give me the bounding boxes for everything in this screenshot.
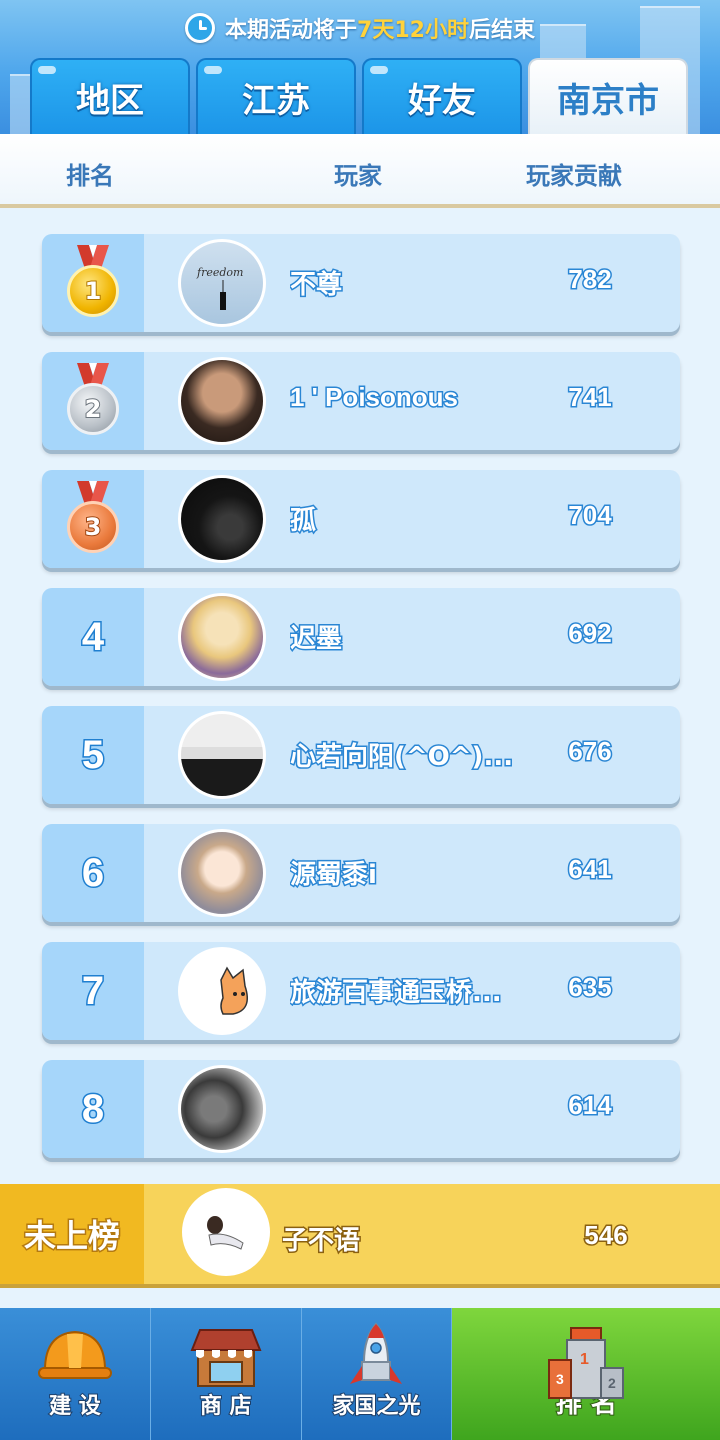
my-player-name: 子不语: [282, 1225, 362, 1258]
player-score: 676: [567, 735, 613, 768]
player-name: 源蜀黍i: [290, 859, 378, 892]
column-header: 排名 玩家 玩家贡献: [0, 134, 720, 208]
rocket-icon: [350, 1322, 403, 1384]
nav-build-label: 建 设: [48, 1393, 102, 1420]
tab-friends[interactable]: 好友: [362, 58, 522, 134]
nav-shop-label: 商 店: [199, 1393, 253, 1420]
countdown-time: 7天12小时: [357, 18, 469, 43]
shop-icon: [190, 1329, 262, 1387]
player-name: 迟墨: [290, 623, 344, 656]
bronze-medal-icon: 3: [65, 481, 121, 557]
player-name: 孤: [290, 505, 318, 538]
tab-region[interactable]: 地区: [30, 58, 190, 134]
player-score: 692: [567, 617, 613, 650]
rank-cell: 4: [42, 588, 144, 686]
countdown-suffix: 后结束: [468, 18, 535, 43]
rank-number: 3: [84, 512, 103, 542]
player-column-label: 玩家: [334, 162, 382, 190]
svg-text:3: 3: [556, 1371, 564, 1387]
rank-number: 8: [80, 1085, 105, 1132]
player-score: 614: [567, 1089, 613, 1122]
rank-number: 4: [80, 613, 105, 660]
player-score: 782: [567, 263, 613, 296]
rank-cell: 8: [42, 1060, 144, 1158]
podium-icon: 3 1 2: [548, 1327, 625, 1399]
anime-avatar[interactable]: [178, 593, 266, 681]
rank-number: 7: [80, 967, 105, 1014]
leaderboard-row[interactable]: 6 源蜀黍i 641: [42, 824, 680, 922]
player-score: 741: [567, 381, 613, 414]
gold-medal-icon: 1: [65, 245, 121, 321]
leaderboard-row[interactable]: 8 614: [42, 1060, 680, 1158]
player-name: 旅游百事通玉桥...: [290, 977, 503, 1010]
player-name: 1 ' Poisonous: [290, 382, 459, 413]
leaderboard-row[interactable]: 1 freedom 不尊 782: [42, 234, 680, 332]
clock-icon: [185, 13, 216, 43]
cartoon-avatar[interactable]: [178, 829, 266, 917]
my-avatar[interactable]: [182, 1188, 270, 1276]
bw-avatar[interactable]: [178, 1065, 266, 1153]
cat-avatar[interactable]: [178, 947, 266, 1035]
silver-medal-icon: 2: [65, 363, 121, 439]
player-name: 不尊: [290, 269, 344, 302]
svg-text:2: 2: [608, 1375, 616, 1391]
player-score: 641: [567, 853, 613, 886]
leaderboard-row[interactable]: 4 迟墨 692: [42, 588, 680, 686]
event-countdown-banner: 本期活动将于7天12小时后结束: [0, 8, 720, 48]
leaderboard-row[interactable]: 5 心若向阳(^O^)... 676: [42, 706, 680, 804]
freedom-avatar[interactable]: freedom: [178, 239, 266, 327]
rank-cell: 6: [42, 824, 144, 922]
bottom-navigation: 建 设 商 店 家国之光 3 1 2 排 名: [0, 1308, 720, 1440]
top-header: 本期活动将于7天12小时后结束 地区 江苏 好友 南京市: [0, 0, 720, 134]
night-avatar[interactable]: [178, 475, 266, 563]
unranked-label: 未上榜: [0, 1184, 144, 1284]
nav-ranking-button[interactable]: 3 1 2 排 名: [452, 1308, 720, 1440]
rank-number: 6: [80, 849, 105, 896]
rank-number: 2: [84, 394, 103, 424]
rank-number: 5: [80, 731, 105, 778]
rank-cell: 3: [42, 470, 144, 568]
nav-build-button[interactable]: 建 设: [0, 1308, 151, 1440]
leaderboard-row[interactable]: 3 孤 704: [42, 470, 680, 568]
rank-cell: 1: [42, 234, 144, 332]
suit-avatar[interactable]: [178, 711, 266, 799]
region-tabs: 地区 江苏 好友 南京市: [30, 58, 688, 134]
man-avatar[interactable]: [178, 357, 266, 445]
player-score: 635: [567, 971, 613, 1004]
rank-cell: 2: [42, 352, 144, 450]
svg-text:freedom: freedom: [196, 266, 243, 279]
svg-text:1: 1: [580, 1351, 589, 1368]
rank-cell: 7: [42, 942, 144, 1040]
my-rank-row[interactable]: 未上榜 子不语 546: [0, 1184, 720, 1284]
helmet-icon: [37, 1330, 112, 1379]
leaderboard-list[interactable]: 1 freedom 不尊 782 2 1 ' Poisonous 741 3 孤…: [0, 212, 720, 1182]
contribution-column-label: 玩家贡献: [526, 162, 622, 190]
leaderboard-row[interactable]: 7 旅游百事通玉桥... 635: [42, 942, 680, 1040]
countdown-prefix: 本期活动将于: [225, 18, 358, 43]
tab-nanjing[interactable]: 南京市: [528, 58, 688, 134]
player-name: 心若向阳(^O^)...: [290, 741, 515, 774]
leaderboard-row[interactable]: 2 1 ' Poisonous 741: [42, 352, 680, 450]
rank-column-label: 排名: [66, 162, 114, 190]
my-player-score: 546: [583, 1219, 629, 1252]
nav-shop-button[interactable]: 商 店: [150, 1308, 302, 1440]
rank-number: 1: [84, 276, 103, 306]
player-score: 704: [567, 499, 613, 532]
nav-glory-button[interactable]: 家国之光: [301, 1308, 453, 1440]
rank-cell: 5: [42, 706, 144, 804]
tab-jiangsu[interactable]: 江苏: [196, 58, 356, 134]
